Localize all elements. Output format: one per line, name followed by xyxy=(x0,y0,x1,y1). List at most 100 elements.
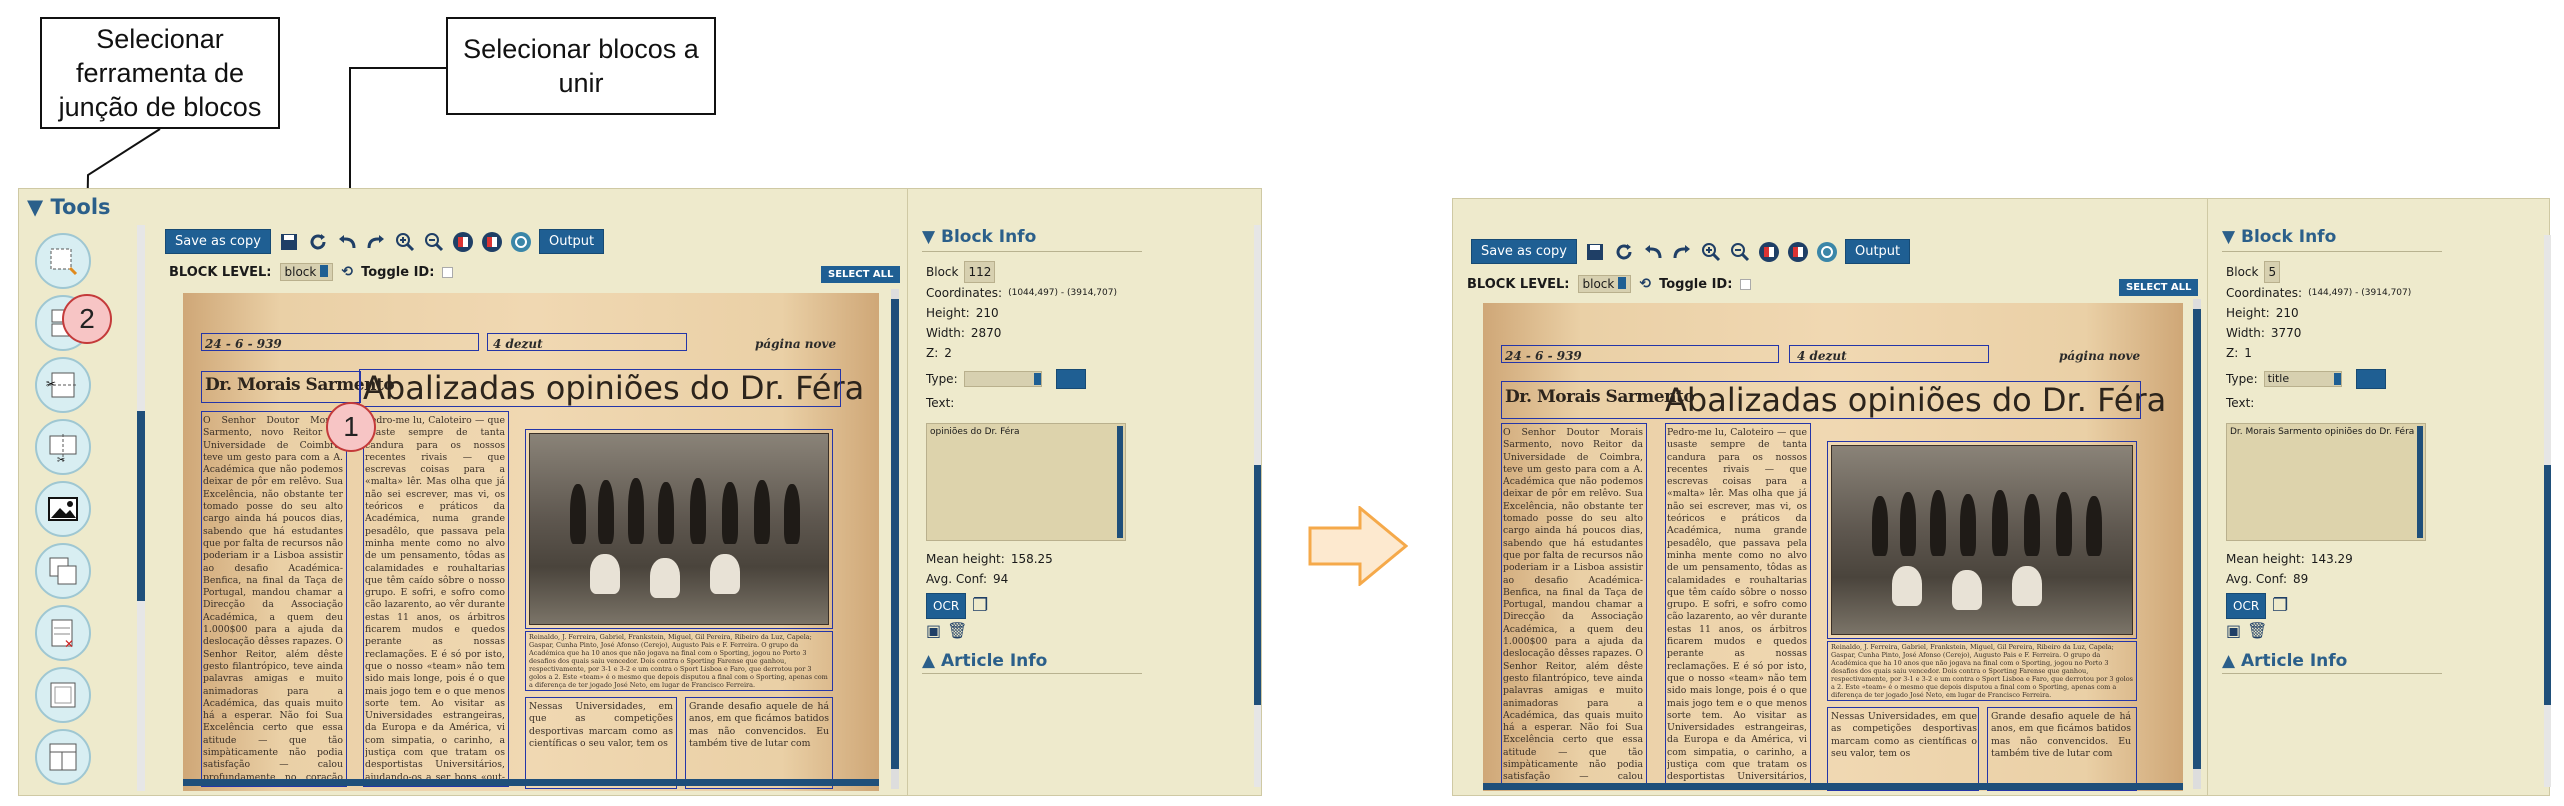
coords-label: Coordinates: xyxy=(926,286,1003,300)
zoom-out-icon[interactable] xyxy=(1729,241,1751,263)
panel-scrollbar[interactable] xyxy=(1254,225,1261,787)
block-level-select[interactable]: block xyxy=(1577,275,1632,293)
save-icon[interactable]: ▣ xyxy=(2226,621,2241,641)
help-icon[interactable] xyxy=(1816,241,1838,263)
block-level-select[interactable]: block xyxy=(279,263,334,281)
block-box[interactable] xyxy=(201,411,347,787)
layout-grid-icon[interactable] xyxy=(35,729,91,785)
page-scroll-thumb[interactable] xyxy=(2193,309,2201,769)
copy-icon[interactable]: ❐ xyxy=(972,596,988,616)
red-box-icon[interactable] xyxy=(1758,241,1780,263)
save-icon[interactable]: ▣ xyxy=(926,621,941,641)
image-block-icon[interactable] xyxy=(35,481,91,537)
copy-icon[interactable]: ❐ xyxy=(2272,596,2288,616)
page-horizontal-scrollbar[interactable] xyxy=(1483,783,2183,790)
block-box[interactable] xyxy=(1789,345,1989,363)
output-button[interactable]: Output xyxy=(1844,239,1911,264)
block-box[interactable] xyxy=(1665,423,1811,789)
block-text-area[interactable]: Dr. Morais Sarmento opiniões do Dr. Féra xyxy=(2226,423,2426,541)
panel-scroll-thumb[interactable] xyxy=(1254,465,1261,705)
block-box[interactable] xyxy=(1501,423,1647,789)
block-box[interactable] xyxy=(201,333,479,351)
zoom-out-icon[interactable] xyxy=(423,231,445,253)
refresh-icon[interactable] xyxy=(1613,241,1635,263)
save-as-copy-button[interactable]: Save as copy xyxy=(165,229,271,254)
panel-scrollbar[interactable] xyxy=(2544,235,2551,787)
block-box[interactable] xyxy=(1827,441,2137,639)
red-overlay-icon[interactable] xyxy=(1787,241,1809,263)
block-info-title[interactable]: ▼ Block Info xyxy=(2222,227,2336,247)
article-info-title[interactable]: ▲ Article Info xyxy=(922,651,1047,671)
zoom-in-icon[interactable] xyxy=(394,231,416,253)
output-button[interactable]: Output xyxy=(538,229,605,254)
block-box[interactable] xyxy=(201,371,361,403)
frame-block-icon[interactable] xyxy=(35,667,91,723)
tools-scroll-thumb[interactable] xyxy=(137,411,145,601)
type-apply-button[interactable] xyxy=(2355,369,2386,389)
type-apply-button[interactable] xyxy=(1055,369,1086,389)
select-tool-icon[interactable] xyxy=(35,233,91,289)
textarea-scrollbar[interactable] xyxy=(1117,426,1123,538)
save-icon[interactable] xyxy=(1584,241,1606,263)
page-vertical-scrollbar[interactable] xyxy=(891,289,899,789)
article-info-title[interactable]: ▲ Article Info xyxy=(2222,651,2347,671)
page-horizontal-scrollbar[interactable] xyxy=(183,779,879,786)
save-as-copy-button[interactable]: Save as copy xyxy=(1471,239,1577,264)
ocr-button[interactable]: OCR xyxy=(926,593,967,619)
panel-scroll-thumb[interactable] xyxy=(2544,465,2551,705)
block-text-area[interactable]: opiniões do Dr. Féra xyxy=(926,423,1126,541)
split-horizontal-icon[interactable]: ✂ xyxy=(35,357,91,413)
red-box-icon[interactable] xyxy=(452,231,474,253)
zoom-in-icon[interactable] xyxy=(1700,241,1722,263)
tools-title[interactable]: ▼ Tools xyxy=(27,195,111,219)
block-box[interactable] xyxy=(685,697,833,789)
step-badge-2: 2 xyxy=(62,294,112,344)
svg-text:✂: ✂ xyxy=(57,455,65,464)
block-box[interactable] xyxy=(1827,707,1979,791)
delete-blocks-icon[interactable]: ✕ xyxy=(35,605,91,661)
main-toolbar: Save as copy Output xyxy=(1471,239,1911,264)
page-scroll-thumb[interactable] xyxy=(891,299,899,769)
type-select[interactable] xyxy=(963,371,1042,387)
block-box[interactable] xyxy=(1987,707,2137,791)
split-vertical-icon[interactable]: ✂ xyxy=(35,419,91,475)
block-box[interactable] xyxy=(487,333,687,351)
page-number: página nove xyxy=(755,337,837,351)
block-box-selected[interactable] xyxy=(359,369,841,407)
newspaper-page[interactable]: 24 - 6 - 939 4 dezut página nove Dr. Mor… xyxy=(1483,303,2183,791)
overlap-blocks-icon[interactable] xyxy=(35,543,91,599)
toggle-id-checkbox[interactable] xyxy=(1740,278,1752,290)
chevron-down-icon xyxy=(2333,373,2341,385)
tools-scrollbar[interactable] xyxy=(137,225,145,791)
undo-icon[interactable] xyxy=(1642,241,1664,263)
block-box[interactable] xyxy=(363,411,509,787)
ocr-button[interactable]: OCR xyxy=(2226,593,2267,619)
reset-icon[interactable]: ⟲ xyxy=(341,264,353,280)
type-select[interactable]: title xyxy=(2263,371,2342,387)
save-icon[interactable] xyxy=(278,231,300,253)
block-box[interactable] xyxy=(525,631,833,691)
red-overlay-icon[interactable] xyxy=(481,231,503,253)
textarea-scrollbar[interactable] xyxy=(2417,426,2423,538)
block-box-merged[interactable] xyxy=(1501,381,2141,419)
block-info-title[interactable]: ▼ Block Info xyxy=(922,227,1036,247)
block-box[interactable] xyxy=(525,429,833,629)
refresh-icon[interactable] xyxy=(307,231,329,253)
redo-icon[interactable] xyxy=(365,231,387,253)
undo-icon[interactable] xyxy=(336,231,358,253)
toggle-id-checkbox[interactable] xyxy=(442,266,454,278)
panel-divider xyxy=(2222,251,2442,252)
redo-icon[interactable] xyxy=(1671,241,1693,263)
help-icon[interactable] xyxy=(510,231,532,253)
page-vertical-scrollbar[interactable] xyxy=(2193,299,2201,789)
reset-icon[interactable]: ⟲ xyxy=(1639,276,1651,292)
newspaper-page[interactable]: 24 - 6 - 939 4 dezut página nove Dr. Mor… xyxy=(183,293,879,791)
toggle-id-label: Toggle ID: xyxy=(1659,276,1733,292)
block-box[interactable] xyxy=(525,697,677,789)
trash-icon[interactable]: 🗑 xyxy=(2247,621,2267,641)
trash-icon[interactable]: 🗑 xyxy=(947,621,967,641)
select-all-button[interactable]: SELECT ALL xyxy=(821,266,901,283)
block-box[interactable] xyxy=(1827,641,2137,701)
block-box[interactable] xyxy=(1501,345,1779,363)
select-all-button[interactable]: SELECT ALL xyxy=(2119,279,2199,296)
